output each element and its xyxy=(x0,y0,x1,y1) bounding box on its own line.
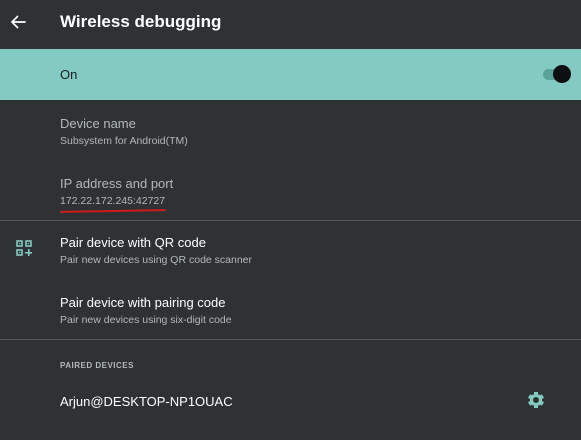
ip-address-preference: IP address and port 172.22.172.245:42727 xyxy=(60,176,540,207)
arrow-back-icon xyxy=(11,15,26,29)
toggle-thumb xyxy=(553,65,571,83)
back-button[interactable] xyxy=(6,8,30,36)
wireless-debugging-screen: Wireless debugging On Device name Subsys… xyxy=(0,0,581,440)
app-bar: Wireless debugging xyxy=(0,0,581,48)
pair-qr-summary: Pair new devices using QR code scanner xyxy=(60,254,253,266)
qr-code-scanner-icon xyxy=(16,240,32,256)
master-switch-label: On xyxy=(60,67,78,82)
ip-address-title: IP address and port xyxy=(60,176,174,191)
device-name-title: Device name xyxy=(60,116,136,131)
master-switch-row[interactable]: On xyxy=(0,49,581,100)
pair-code-title: Pair device with pairing code xyxy=(60,295,226,310)
device-name-value: Subsystem for Android(TM) xyxy=(60,135,188,147)
master-toggle[interactable] xyxy=(543,65,573,83)
device-name-preference[interactable]: Device name Subsystem for Android(TM) xyxy=(60,116,540,147)
paired-device-item[interactable]: Arjun@DESKTOP-NP1OUAC xyxy=(0,380,581,424)
paired-device-name: Arjun@DESKTOP-NP1OUAC xyxy=(60,394,233,409)
pair-code-summary: Pair new devices using six-digit code xyxy=(60,314,232,326)
paired-devices-header: PAIRED DEVICES xyxy=(60,361,134,370)
pair-with-qr-preference[interactable]: Pair device with QR code Pair new device… xyxy=(60,235,540,266)
pair-with-code-preference[interactable]: Pair device with pairing code Pair new d… xyxy=(60,295,540,326)
divider xyxy=(0,339,581,340)
gear-icon xyxy=(528,391,544,408)
paired-device-settings-button[interactable] xyxy=(526,390,546,410)
ip-address-red-underline xyxy=(59,209,167,213)
divider xyxy=(0,220,581,221)
pair-qr-title: Pair device with QR code xyxy=(60,235,206,250)
page-title: Wireless debugging xyxy=(60,12,222,31)
ip-address-value: 172.22.172.245:42727 xyxy=(60,195,166,207)
